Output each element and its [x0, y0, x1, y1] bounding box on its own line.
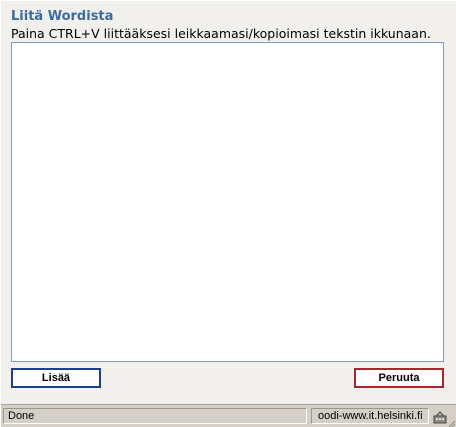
- status-text: Done: [3, 408, 307, 424]
- status-bar: Done oodi-www.it.helsinki.fi: [1, 404, 456, 427]
- add-button[interactable]: Lisää: [11, 368, 101, 388]
- instructions-text: Paina CTRL+V liittääksesi leikkaamasi/ko…: [11, 26, 431, 41]
- security-zone-icon: [433, 410, 447, 424]
- dialog-title: Liitä Wordista: [11, 9, 114, 24]
- cancel-button[interactable]: Peruuta: [354, 368, 444, 388]
- paste-from-word-dialog: Liitä Wordista Paina CTRL+V liittääksesi…: [0, 0, 456, 427]
- paste-text-area[interactable]: [11, 42, 444, 362]
- resize-grip-icon[interactable]: [448, 419, 456, 427]
- status-host: oodi-www.it.helsinki.fi: [311, 408, 429, 424]
